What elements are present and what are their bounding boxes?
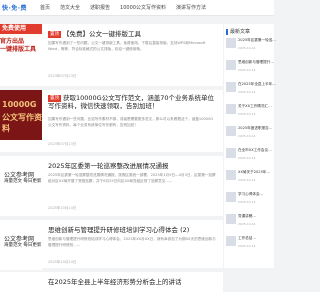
thumb-line: 10000G [2, 100, 37, 109]
article-excerpt: 思维创新与管理提升研修班培训学习心得体会，2025年XX月XX日，我有幸参加了为… [48, 237, 216, 247]
article-excerpt: 2025年区委第一轮巡察整改进展情况通报，按照区委统一部署，2025年1月9日—… [48, 173, 216, 183]
pinned-badge: 置顶 [48, 30, 61, 38]
sidebar-item-date: 2025-10-14 [238, 112, 256, 116]
sidebar-item-date: 2025-10-14 [238, 46, 256, 50]
sidebar-item-thumb[interactable] [226, 126, 236, 136]
sidebar-item-date: 2025-10-14 [238, 200, 256, 204]
sidebar-item-title[interactable]: 关于XX工作情况汇… [238, 104, 272, 109]
site-logo[interactable]: 快·免·费 [2, 3, 27, 12]
thumb-line: 一键排版工具 [0, 46, 37, 53]
article-thumbnail[interactable]: 公文参考网 海量范文 每日更新 [0, 156, 42, 206]
article-date: 2023年07月13日 [48, 74, 77, 78]
nav-item-resources[interactable]: 10000公文写作资料 [120, 4, 166, 11]
sidebar-item-thumb[interactable] [226, 148, 236, 158]
sidebar-item-date: 2025-10-14 [238, 68, 256, 72]
sidebar-item-date: 2025-10-14 [238, 244, 256, 248]
article-title-text[interactable]: 获取10000G公文写作范文，涵盖70个业务系统单位写作资料，微信快速领取，告别… [48, 94, 214, 110]
nav-item-methods[interactable]: 演讲写作方法 [176, 4, 206, 11]
article-title[interactable]: 置顶 【免费】公文一键排版工具 [48, 28, 141, 38]
sidebar-latest: 最新文章 2025年区委第一轮巡… 2025-10-14 思维创新与管理提升… … [224, 24, 276, 268]
article-thumbnail[interactable]: 免费使用 官方出品 一键排版工具 [0, 24, 42, 74]
nav-item-reports[interactable]: 述职报告 [90, 4, 110, 11]
sidebar-item-date: 2025-10-14 [238, 222, 256, 226]
article-excerpt: 如果写作遇到一些问题，比如写作素材不够，或者是需要更多范文，那么可以来看看这个，… [48, 117, 214, 127]
sidebar-item-title[interactable]: 学习心得体会… [238, 192, 263, 197]
sidebar-item-date: 2025-10-14 [238, 90, 256, 94]
sidebar-item-title[interactable]: 在全市XX工作会议… [238, 148, 272, 153]
sidebar-heading: 最新文章 [226, 28, 250, 35]
sidebar-item-title[interactable]: 思维创新与管理提升… [238, 60, 274, 65]
article-card[interactable]: 免费使用 官方出品 一键排版工具 置顶 【免费】公文一键排版工具 如果写作遇到了一… [0, 24, 223, 86]
article-thumbnail[interactable]: 10000G 公文写作资料 [0, 90, 42, 140]
sidebar-item-title[interactable]: 工作总结… [238, 236, 256, 241]
sidebar-item-date: 2025-10-14 [238, 156, 256, 160]
pinned-badge: 置顶 [48, 94, 61, 102]
sidebar-item-thumb[interactable] [226, 170, 236, 180]
sidebar-item-title[interactable]: 在2025年全县上半年… [238, 82, 276, 87]
heading-accent-bar [226, 28, 228, 35]
nav-item-home[interactable]: 首页 [40, 4, 50, 11]
article-card[interactable]: 10000G 公文写作资料 置顶 获取10000G公文写作范文，涵盖70个业务系统… [0, 90, 223, 152]
sidebar-item-thumb[interactable] [226, 82, 236, 92]
nav-item-essays[interactable]: 范文大全 [60, 4, 80, 11]
thumb-line: 海量范文 每日更新 [4, 243, 42, 248]
article-date: 2023年07月13日 [48, 142, 77, 146]
article-title[interactable]: 思维创新与管理提升研修班培训学习心得体会 (2) [48, 224, 189, 234]
sidebar-item-title[interactable]: 2025年度述职报告… [238, 126, 272, 131]
article-title-text[interactable]: 【免费】公文一键排版工具 [63, 30, 141, 38]
thumb-line: 海量范文 每日更新 [4, 179, 42, 184]
article-excerpt: 如果写作遇到了一些问题，公文一键排版工具，免费使用，下载后直接排版。支持WPS和… [48, 41, 206, 51]
sidebar-item-title[interactable]: 2025年区委第一轮巡… [238, 38, 276, 43]
sidebar-item-thumb[interactable] [226, 60, 236, 70]
sidebar-item-thumb[interactable] [226, 236, 236, 246]
sidebar-item-thumb[interactable] [226, 104, 236, 114]
article-title[interactable]: 置顶 获取10000G公文写作范文，涵盖70个业务系统单位写作资料，微信快速领取，… [48, 94, 218, 110]
article-date: 2025年10月14日 [48, 260, 77, 264]
article-thumbnail[interactable]: 公文参考网 海量范文 每日更新 [0, 220, 42, 270]
top-navbar: 快·免·费 首页 范文大全 述职报告 10000公文写作资料 演讲写作方法 [0, 0, 274, 16]
article-card[interactable]: 公文参考网 海量范文 每日更新 2025年区委第一轮巡察整改进展情况通报 202… [0, 156, 223, 216]
article-card[interactable]: 公文参考网 海量范文 每日更新 思维创新与管理提升研修班培训学习心得体会 (2)… [0, 220, 223, 270]
article-title[interactable]: 2025年区委第一轮巡察整改进展情况通报 [48, 160, 169, 170]
sidebar-item-thumb[interactable] [226, 192, 236, 202]
thumb-line: 公文写作资料 [2, 113, 42, 133]
article-title[interactable]: 在2025年全县上半年经济形势分析会上的讲话 [48, 276, 182, 286]
article-date: 2025年10月14日 [48, 206, 77, 210]
sidebar-item-date: 2025-10-14 [238, 134, 256, 138]
sidebar-item-thumb[interactable] [226, 214, 236, 224]
article-card[interactable]: 在2025年全县上半年经济形势分析会上的讲话 [0, 272, 223, 292]
sidebar-item-thumb[interactable] [226, 38, 236, 48]
sidebar-item-title[interactable]: 党课讲稿… [238, 214, 256, 219]
main-nav: 首页 范文大全 述职报告 10000公文写作资料 演讲写作方法 [40, 4, 206, 11]
thumb-tag: 免费使用 [0, 24, 42, 34]
sidebar-item-date: 2025-10-14 [238, 178, 256, 182]
sidebar-heading-text: 最新文章 [230, 29, 251, 35]
sidebar-item-title[interactable]: XX局关于2025年… [238, 170, 270, 175]
